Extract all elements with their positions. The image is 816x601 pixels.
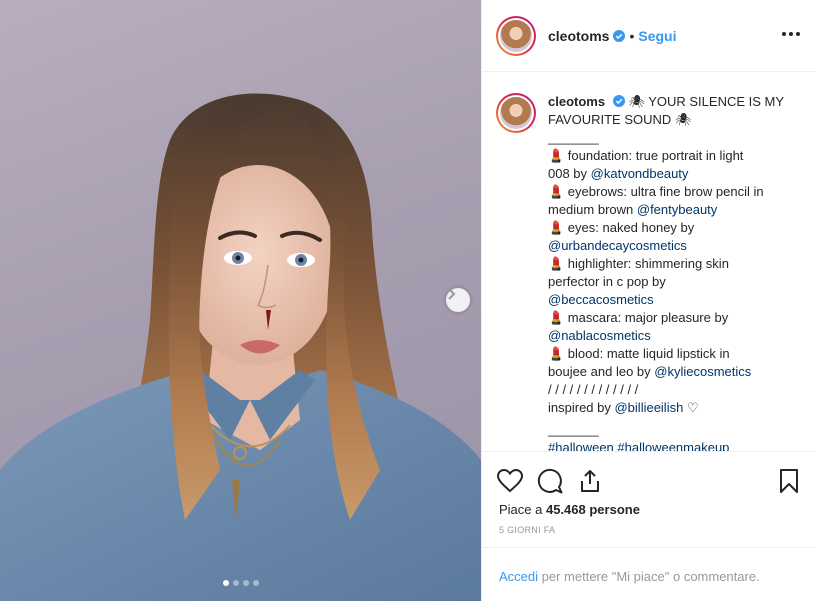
caption-line: perfector in c pop by [548, 274, 666, 289]
post-header: cleotoms • Segui [482, 0, 816, 72]
verified-badge-icon [613, 29, 626, 42]
caption-line: 💄 mascara: major pleasure by [548, 310, 729, 325]
caption-line: boujee and leo by [548, 364, 655, 379]
more-dot [789, 32, 793, 36]
caption-line: inspired by [548, 400, 615, 415]
likes-number[interactable]: 45.468 persone [546, 502, 640, 517]
like-button[interactable] [496, 467, 524, 495]
caption-line: 💄 eyebrows: ultra fine brow pencil in [548, 184, 764, 199]
verified-badge-icon [612, 95, 625, 107]
caption-line: 008 by [548, 166, 591, 181]
login-prompt-text: per mettere "Mi piace" o commentare. [538, 569, 760, 584]
caption-line: 🕷 YOUR SILENCE IS MY [628, 94, 785, 109]
post-side-panel: cleotoms • Segui cleotoms 🕷 YOUR SILENCE… [481, 0, 816, 601]
likes-prefix: Piace a [499, 502, 546, 517]
bookmark-icon [780, 469, 798, 493]
hashtag-links[interactable]: #halloween #halloweenmakeup [548, 439, 793, 451]
mention-link[interactable]: @urbandecaycosmetics [548, 238, 687, 253]
caption-line: medium brown [548, 202, 637, 217]
likes-count[interactable]: Piace a 45.468 persone [482, 500, 816, 517]
caption-divider: _______ [548, 422, 599, 437]
caption-line: 💄 blood: matte liquid lipstick in [548, 346, 730, 361]
mention-link[interactable]: @kyliecosmetics [654, 364, 751, 379]
post-photo[interactable] [0, 0, 481, 601]
comment-button[interactable] [536, 467, 564, 495]
carousel-indicator [0, 580, 481, 586]
post-actions: Piace a 45.468 persone 5 GIORNI FA Acced… [482, 451, 816, 601]
caption-line: 💄 highlighter: shimmering skin [548, 256, 729, 271]
heart-icon [497, 469, 523, 493]
carousel-dot [222, 580, 229, 586]
caption-line: 💄 eyes: naked honey by [548, 220, 695, 235]
caption-line: / / / / / / / / / / / / / [548, 382, 639, 397]
more-options-button[interactable] [780, 28, 802, 40]
follow-button[interactable]: Segui [638, 28, 676, 44]
portrait-photo [0, 93, 481, 601]
chevron-right-icon [448, 288, 456, 300]
next-photo-button[interactable] [446, 288, 470, 312]
caption-username[interactable]: cleotoms [548, 94, 605, 109]
carousel-dot [252, 580, 259, 586]
comment-icon [537, 468, 563, 494]
avatar[interactable] [496, 15, 536, 56]
caption-avatar[interactable] [496, 93, 536, 133]
heart-glyph: ♡ [683, 400, 699, 415]
caption-scroll-area[interactable]: cleotoms 🕷 YOUR SILENCE IS MY FAVOURITE … [482, 73, 816, 451]
mention-link[interactable]: @fentybeauty [637, 202, 717, 217]
mention-link[interactable]: @beccacosmetics [548, 292, 654, 307]
caption-divider: _______ [548, 130, 599, 145]
mention-link[interactable]: @nablacosmetics [548, 328, 651, 343]
save-button[interactable] [775, 467, 803, 495]
mention-link[interactable]: @katvondbeauty [591, 166, 689, 181]
share-icon [581, 470, 599, 492]
mention-link[interactable]: @billieeilish [614, 400, 683, 415]
more-dot [782, 32, 786, 36]
separator-dot: • [629, 27, 635, 44]
carousel-dot [242, 580, 249, 586]
username-link[interactable]: cleotoms [548, 28, 609, 44]
post-timestamp[interactable]: 5 GIORNI FA [482, 517, 816, 535]
more-dot [796, 32, 800, 36]
login-link[interactable]: Accedi [499, 569, 538, 584]
caption-text: cleotoms 🕷 YOUR SILENCE IS MY FAVOURITE … [548, 93, 793, 451]
login-prompt: Accedi per mettere "Mi piace" o commenta… [482, 547, 816, 601]
caption-line: 💄 foundation: true portrait in light [548, 148, 744, 163]
caption-line: FAVOURITE SOUND 🕷 [548, 112, 692, 127]
share-button[interactable] [576, 467, 604, 495]
carousel-dot [232, 580, 239, 586]
